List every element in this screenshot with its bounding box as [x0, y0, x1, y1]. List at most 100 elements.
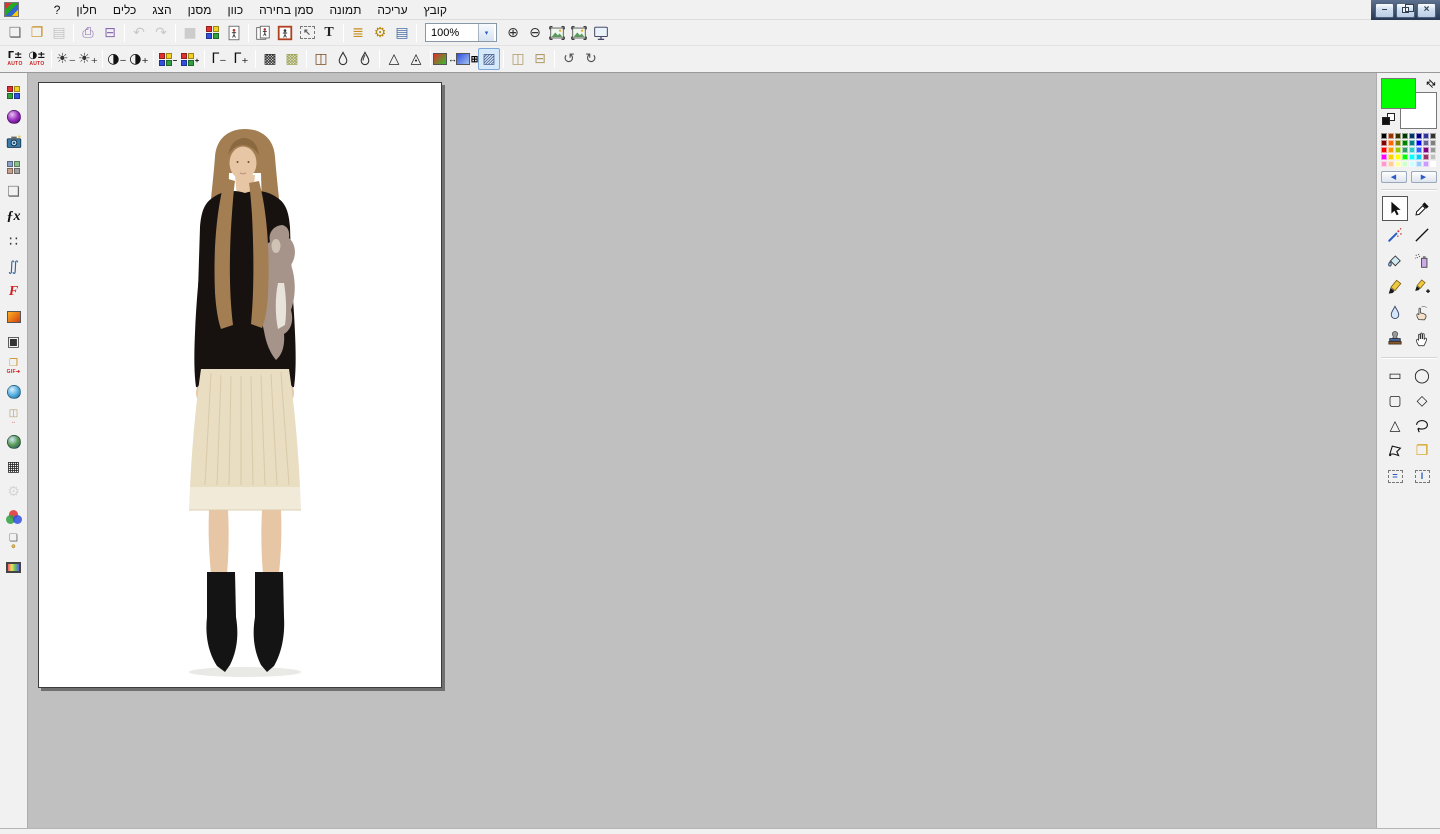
- gif-export-icon[interactable]: ❐GIF➜: [2, 355, 26, 379]
- image-properties-icon[interactable]: [223, 22, 245, 44]
- triangle-selection[interactable]: △: [1382, 414, 1408, 438]
- photofiltre-logo-icon[interactable]: F: [2, 280, 26, 304]
- automation-icon[interactable]: ⚙: [369, 22, 391, 44]
- palette-color-19[interactable]: [1402, 147, 1408, 153]
- pattern-circles-icon[interactable]: ∷: [2, 230, 26, 254]
- rgb-colors-icon[interactable]: [2, 505, 26, 529]
- palette-color-23[interactable]: [1430, 147, 1436, 153]
- open-image-icon[interactable]: ❐: [26, 22, 48, 44]
- rotate-right-icon[interactable]: ↻: [580, 48, 602, 70]
- palette-color-34[interactable]: [1395, 161, 1401, 167]
- hand-tool[interactable]: [1409, 326, 1435, 351]
- palette-color-5[interactable]: [1416, 133, 1422, 139]
- palette-color-31[interactable]: [1430, 154, 1436, 160]
- menu-selection[interactable]: סמן בחירה: [251, 3, 321, 17]
- smudge-tool[interactable]: [1409, 300, 1435, 325]
- line-tool[interactable]: [1409, 222, 1435, 247]
- image-frame-icon[interactable]: [274, 22, 296, 44]
- ellipse-selection[interactable]: ◯: [1409, 364, 1435, 388]
- browse-panel-icon[interactable]: ▤: [391, 22, 413, 44]
- undo-icon[interactable]: ↶: [128, 22, 150, 44]
- menu-tools[interactable]: כלים: [105, 3, 144, 17]
- contrast-minus-icon[interactable]: ◑₋: [106, 48, 128, 70]
- restore-button[interactable]: [1396, 3, 1415, 18]
- airbrush-tool[interactable]: [1409, 248, 1435, 273]
- diamond-selection[interactable]: ◇: [1409, 389, 1435, 413]
- palette-color-28[interactable]: [1409, 154, 1415, 160]
- print-icon[interactable]: ⎙: [77, 22, 99, 44]
- screen-gradient-icon[interactable]: [2, 555, 26, 579]
- palette-color-13[interactable]: [1416, 140, 1422, 146]
- new-page-icon[interactable]: ❏: [2, 180, 26, 204]
- paste-as-selection-icon[interactable]: ↖: [296, 22, 318, 44]
- palette-color-0[interactable]: [1381, 133, 1387, 139]
- contrast-plus-icon[interactable]: ◑₊: [128, 48, 150, 70]
- palette-color-15[interactable]: [1430, 140, 1436, 146]
- eyedropper-tool[interactable]: [1409, 196, 1435, 221]
- auto-gamma-icon[interactable]: Γ±AUTO: [4, 48, 26, 70]
- palette-color-25[interactable]: [1388, 154, 1394, 160]
- blur-filter-icon[interactable]: [332, 48, 354, 70]
- menu-help[interactable]: ?: [46, 3, 69, 17]
- photomasque-icon[interactable]: ◫: [310, 48, 332, 70]
- palette-color-33[interactable]: [1388, 161, 1394, 167]
- magic-wand-tool[interactable]: [1382, 222, 1408, 247]
- effects-fx-icon[interactable]: ƒx: [2, 205, 26, 229]
- palette-color-6[interactable]: [1423, 133, 1429, 139]
- palette-color-27[interactable]: [1402, 154, 1408, 160]
- menu-view[interactable]: הצג: [144, 3, 179, 17]
- thumbnails-icon[interactable]: [2, 155, 26, 179]
- paintbrush-tool[interactable]: [1382, 274, 1408, 299]
- flip-vertical-icon[interactable]: ⊟: [529, 48, 551, 70]
- palette-color-29[interactable]: [1416, 154, 1422, 160]
- menu-image[interactable]: תמונה: [321, 3, 369, 17]
- batch-automate-icon[interactable]: ❏⚙: [2, 530, 26, 554]
- paint-bucket-tool[interactable]: [1382, 248, 1408, 273]
- grid-icon[interactable]: ▦: [2, 455, 26, 479]
- palette-color-9[interactable]: [1388, 140, 1394, 146]
- palette-color-20[interactable]: [1409, 147, 1415, 153]
- minimize-button[interactable]: –: [1375, 3, 1394, 18]
- palette-color-30[interactable]: [1423, 154, 1429, 160]
- sepia-icon[interactable]: ▩: [281, 48, 303, 70]
- menu-filter[interactable]: מסנן: [180, 3, 220, 17]
- sharpen-icon[interactable]: △: [383, 48, 405, 70]
- flip-horizontal-icon[interactable]: ◫: [507, 48, 529, 70]
- zoom-combobox[interactable]: ▾: [425, 23, 497, 42]
- menu-file[interactable]: קובץ: [416, 3, 455, 17]
- rounded-rectangle-selection[interactable]: ▢: [1382, 389, 1408, 413]
- spherize-icon[interactable]: [2, 430, 26, 454]
- save-icon[interactable]: ▤: [48, 22, 70, 44]
- advanced-brush-tool[interactable]: [1409, 274, 1435, 299]
- gamma-plus-icon[interactable]: Γ₊: [230, 48, 252, 70]
- gamma-minus-icon[interactable]: Γ₋: [208, 48, 230, 70]
- fit-image-icon[interactable]: [546, 22, 568, 44]
- zoom-dropdown-button[interactable]: ▾: [478, 24, 494, 41]
- palette-color-38[interactable]: [1423, 161, 1429, 167]
- selection-arrow-tool[interactable]: [1382, 196, 1408, 221]
- palette-color-26[interactable]: [1395, 154, 1401, 160]
- saturation-minus-icon[interactable]: ₋: [157, 48, 179, 70]
- palette-color-3[interactable]: [1402, 133, 1408, 139]
- default-colors-icon[interactable]: [1382, 113, 1397, 128]
- palette-color-7[interactable]: [1430, 133, 1436, 139]
- duplicate-image-icon[interactable]: [252, 22, 274, 44]
- close-button[interactable]: ×: [1417, 3, 1436, 18]
- rectangle-selection[interactable]: ▭: [1382, 364, 1408, 388]
- screen-capture-icon[interactable]: [2, 130, 26, 154]
- palette-color-4[interactable]: [1409, 133, 1415, 139]
- lasso-selection[interactable]: [1409, 414, 1435, 438]
- palette-color-22[interactable]: [1423, 147, 1429, 153]
- scan-icon[interactable]: ⊟: [99, 22, 121, 44]
- explorer-icon[interactable]: ≣: [347, 22, 369, 44]
- transparent-color-icon[interactable]: ▨: [478, 48, 500, 70]
- menu-adjust[interactable]: כוון: [219, 3, 251, 17]
- redo-icon[interactable]: ↷: [150, 22, 172, 44]
- mirror-copy-icon[interactable]: ◫↔: [2, 405, 26, 429]
- rotate-left-icon[interactable]: ↺: [558, 48, 580, 70]
- brightness-plus-icon[interactable]: ☀₊: [77, 48, 99, 70]
- selection-option-text[interactable]: I: [1409, 464, 1435, 488]
- palette-prev-button[interactable]: ◀: [1381, 171, 1407, 183]
- symmetry-icon[interactable]: ∬: [2, 255, 26, 279]
- full-size-icon[interactable]: [568, 22, 590, 44]
